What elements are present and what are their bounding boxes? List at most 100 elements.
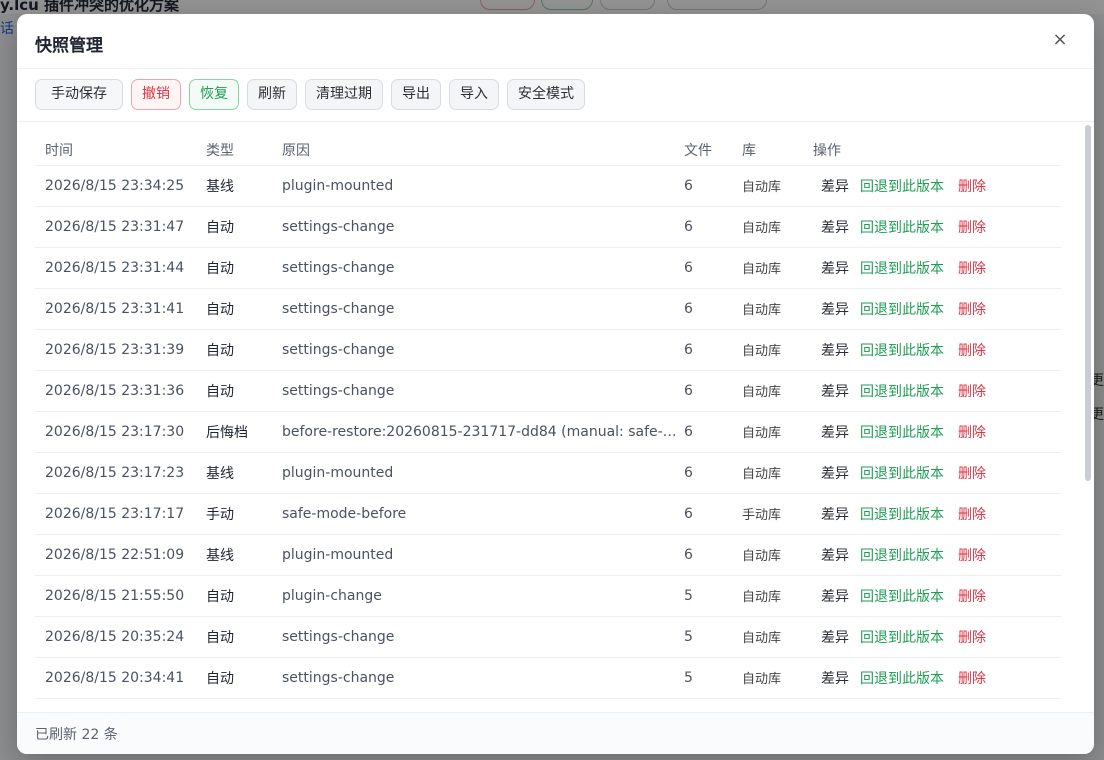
dialog-title: 快照管理 — [35, 36, 103, 56]
restore-button[interactable]: 恢复 — [189, 79, 239, 110]
diff-link[interactable]: 差异 — [821, 261, 849, 277]
delete-link[interactable]: 删除 — [958, 179, 986, 195]
cell-time: 2026/8/15 20:35:24 — [35, 616, 206, 658]
rollback-link[interactable]: 回退到此版本 — [860, 630, 944, 646]
rollback-link[interactable]: 回退到此版本 — [860, 302, 944, 318]
cell-library: 自动库 — [742, 657, 813, 699]
cell-time: 2026/8/15 23:34:25 — [35, 165, 206, 207]
cell-time: 2026/8/15 23:17:23 — [35, 452, 206, 494]
cell-reason: settings-change — [282, 288, 684, 330]
cell-type: 自动 — [206, 575, 282, 617]
cell-files: 6 — [684, 165, 742, 207]
cell-files: 6 — [684, 452, 742, 494]
delete-link[interactable]: 删除 — [958, 220, 986, 236]
rollback-link[interactable]: 回退到此版本 — [860, 507, 944, 523]
manual-save-button[interactable]: 手动保存 — [35, 79, 123, 110]
diff-link[interactable]: 差异 — [821, 343, 849, 359]
diff-link[interactable]: 差异 — [821, 589, 849, 605]
column-header-files: 文件 — [684, 135, 742, 166]
cell-actions: 差异 回退到此版本 删除 — [813, 206, 1061, 248]
rollback-link[interactable]: 回退到此版本 — [860, 466, 944, 482]
diff-link[interactable]: 差异 — [821, 630, 849, 646]
cell-actions: 差异 回退到此版本 删除 — [813, 247, 1061, 289]
diff-link[interactable]: 差异 — [821, 384, 849, 400]
cell-library: 自动库 — [742, 411, 813, 453]
close-icon[interactable]: × — [1052, 31, 1068, 49]
diff-link[interactable]: 差异 — [821, 425, 849, 441]
delete-link[interactable]: 删除 — [958, 630, 986, 646]
export-button[interactable]: 导出 — [391, 79, 441, 110]
cell-library: 自动库 — [742, 165, 813, 207]
cell-type: 手动 — [206, 493, 282, 535]
cell-time: 2026/8/15 20:34:41 — [35, 657, 206, 699]
cell-actions: 差异 回退到此版本 删除 — [813, 534, 1061, 576]
snapshot-table-container: 时间 类型 原因 文件 库 操作 2026/8/15 23:34:25 基线 plu… — [17, 123, 1094, 713]
delete-link[interactable]: 删除 — [958, 466, 986, 482]
diff-link[interactable]: 差异 — [821, 179, 849, 195]
cell-files: 6 — [684, 247, 742, 289]
import-button[interactable]: 导入 — [449, 79, 499, 110]
undo-button[interactable]: 撤销 — [131, 79, 181, 110]
cell-reason: settings-change — [282, 329, 684, 371]
cell-time: 2026/8/15 22:51:09 — [35, 534, 206, 576]
clean-expired-button[interactable]: 清理过期 — [305, 79, 383, 110]
cell-library: 自动库 — [742, 288, 813, 330]
cell-library: 自动库 — [742, 575, 813, 617]
rollback-link[interactable]: 回退到此版本 — [860, 548, 944, 564]
vertical-scrollbar[interactable] — [1085, 125, 1091, 481]
table-row: 2026/8/15 23:31:39 自动 settings-change 6 自动库差… — [35, 329, 1061, 371]
rollback-link[interactable]: 回退到此版本 — [860, 384, 944, 400]
diff-link[interactable]: 差异 — [821, 548, 849, 564]
rollback-link[interactable]: 回退到此版本 — [860, 671, 944, 687]
delete-link[interactable]: 删除 — [958, 302, 986, 318]
delete-link[interactable]: 删除 — [958, 507, 986, 523]
cell-library: 自动库 — [742, 534, 813, 576]
delete-link[interactable]: 删除 — [958, 548, 986, 564]
cell-time: 2026/8/15 23:31:36 — [35, 370, 206, 412]
delete-link[interactable]: 删除 — [958, 261, 986, 277]
cell-reason: plugin-mounted — [282, 534, 684, 576]
rollback-link[interactable]: 回退到此版本 — [860, 589, 944, 605]
safe-mode-button[interactable]: 安全模式 — [507, 79, 585, 110]
table-row: 2026/8/15 23:31:47 自动 settings-change 6 自动库差… — [35, 206, 1061, 248]
rollback-link[interactable]: 回退到此版本 — [860, 343, 944, 359]
table-row: 2026/8/15 22:51:09 基线 plugin-mounted 6 自动库 差异… — [35, 534, 1061, 576]
rollback-link[interactable]: 回退到此版本 — [860, 261, 944, 277]
cell-actions: 差异 回退到此版本 删除 — [813, 575, 1061, 617]
cell-time: 2026/8/15 21:55:50 — [35, 575, 206, 617]
delete-link[interactable]: 删除 — [958, 589, 986, 605]
cell-reason: before-restore:20260815-231717-dd84 (man… — [282, 411, 684, 453]
cell-files: 6 — [684, 411, 742, 453]
column-header-actions: 操作 — [813, 135, 1061, 166]
rollback-link[interactable]: 回退到此版本 — [860, 179, 944, 195]
rollback-link[interactable]: 回退到此版本 — [860, 425, 944, 441]
dialog-header: 快照管理 × — [17, 14, 1094, 69]
cell-time: 2026/8/15 23:31:44 — [35, 247, 206, 289]
table-row: 2026/8/15 23:17:30 后悔档 before-restore:2026… — [35, 411, 1061, 453]
diff-link[interactable]: 差异 — [821, 466, 849, 482]
status-text: 已刷新 22 条 — [35, 727, 118, 743]
table-header-row: 时间 类型 原因 文件 库 操作 — [35, 135, 1061, 166]
diff-link[interactable]: 差异 — [821, 507, 849, 523]
refresh-button[interactable]: 刷新 — [247, 79, 297, 110]
cell-type: 自动 — [206, 657, 282, 699]
table-row: 2026/8/15 23:17:23 基线 plugin-mounted 6 自动库 差异… — [35, 452, 1061, 494]
delete-link[interactable]: 删除 — [958, 343, 986, 359]
delete-link[interactable]: 删除 — [958, 425, 986, 441]
cell-reason: settings-change — [282, 206, 684, 248]
diff-link[interactable]: 差异 — [821, 671, 849, 687]
table-row: 2026/8/15 20:35:24 自动 settings-change 5 自动库差… — [35, 616, 1061, 658]
delete-link[interactable]: 删除 — [958, 671, 986, 687]
diff-link[interactable]: 差异 — [821, 220, 849, 236]
delete-link[interactable]: 删除 — [958, 384, 986, 400]
cell-files: 6 — [684, 534, 742, 576]
cell-actions: 差异 回退到此版本 删除 — [813, 452, 1061, 494]
table-row: 2026/8/15 23:31:36 自动 settings-change 6 自动库差… — [35, 370, 1061, 412]
cell-library: 自动库 — [742, 206, 813, 248]
diff-link[interactable]: 差异 — [821, 302, 849, 318]
cell-type: 基线 — [206, 165, 282, 207]
cell-time: 2026/8/15 23:17:17 — [35, 493, 206, 535]
rollback-link[interactable]: 回退到此版本 — [860, 220, 944, 236]
cell-files: 6 — [684, 493, 742, 535]
cell-reason: settings-change — [282, 370, 684, 412]
